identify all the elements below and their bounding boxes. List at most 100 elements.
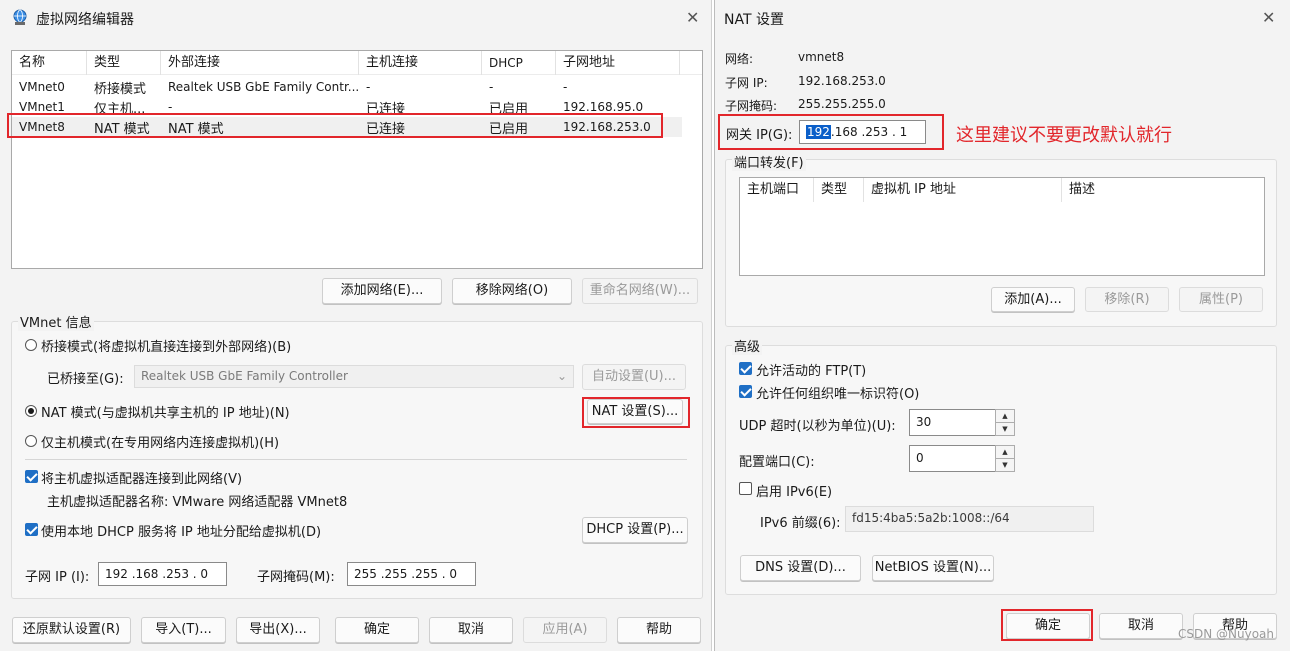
hostonly-radio-label[interactable]: 仅主机模式(在专用网络内连接虚拟机)(H) [41, 432, 279, 451]
subnet-mask-field[interactable]: 255 .255 .255 . 0 [347, 562, 476, 586]
cell: 192.168.95.0 [563, 100, 644, 114]
dhcp-settings-button[interactable]: DHCP 设置(P)... [582, 517, 688, 543]
help-button[interactable]: 帮助 [617, 617, 701, 643]
chevron-down-icon: ⌄ [556, 369, 567, 383]
gateway-highlight-box [718, 114, 944, 150]
close-icon[interactable]: ✕ [686, 8, 699, 27]
nat-settings-window: NAT 设置 ✕ 网络: vmnet8 子网 IP: 192.168.253.0… [714, 0, 1290, 651]
nat-cancel-button[interactable]: 取消 [1099, 613, 1183, 639]
col-host-port[interactable]: 主机端口 [740, 178, 814, 202]
col-host-connection[interactable]: 主机连接 [359, 50, 482, 75]
subnet-mask-label: 子网掩码(M): [257, 570, 335, 585]
divider [25, 459, 687, 460]
rename-network-button[interactable]: 重命名网络(W)... [582, 278, 698, 304]
nat-window-title: NAT 设置 [724, 12, 784, 28]
ipv6-prefix-label: IPv6 前缀(6): [760, 516, 841, 531]
port-forwarding-list[interactable]: 主机端口 类型 虚拟机 IP 地址 描述 [739, 177, 1265, 276]
cell: - [563, 80, 568, 94]
auto-settings-button[interactable]: 自动设置(U)... [582, 364, 686, 390]
allow-ftp-label[interactable]: 允许活动的 FTP(T) [756, 360, 866, 379]
subnet-ip-field[interactable]: 192 .168 .253 . 0 [98, 562, 227, 586]
export-button[interactable]: 导出(X)... [236, 617, 320, 643]
udp-timeout-label: UDP 超时(以秒为单位)(U): [739, 419, 896, 434]
config-port-spinner[interactable]: ▲ ▼ [995, 445, 1015, 472]
use-dhcp-checkbox[interactable] [25, 523, 38, 536]
spin-up-icon[interactable]: ▲ [996, 410, 1014, 423]
virtual-network-editor-window: 虚拟网络编辑器 ✕ 名称 类型 外部连接 主机连接 DHCP 子网地址 VMne… [0, 0, 712, 651]
netbios-settings-button[interactable]: NetBIOS 设置(N)... [872, 555, 994, 581]
allow-uuid-checkbox[interactable] [739, 385, 752, 398]
bridged-to-value: Realtek USB GbE Family Controller [141, 369, 348, 383]
connect-adapter-label[interactable]: 将主机虚拟适配器连接到此网络(V) [41, 468, 242, 487]
col-vm-ip[interactable]: 虚拟机 IP 地址 [864, 178, 1062, 202]
cell: Realtek USB GbE Family Contr... [168, 80, 359, 94]
ipv6-prefix-field[interactable]: fd15:4ba5:5a2b:1008::/64 [845, 506, 1094, 532]
cell: - [168, 100, 173, 114]
ok-button[interactable]: 确定 [335, 617, 419, 643]
network-list[interactable]: 名称 类型 外部连接 主机连接 DHCP 子网地址 VMnet0 桥接模式 Re… [11, 50, 703, 269]
bridged-to-select[interactable]: Realtek USB GbE Family Controller ⌄ [134, 365, 574, 388]
network-globe-icon [11, 9, 29, 27]
nat-radio[interactable] [25, 405, 37, 417]
pf-add-button[interactable]: 添加(A)... [991, 287, 1075, 312]
network-value: vmnet8 [798, 50, 845, 64]
close-icon[interactable]: ✕ [1262, 8, 1275, 27]
enable-ipv6-label[interactable]: 启用 IPv6(E) [756, 481, 832, 500]
col-description[interactable]: 描述 [1062, 178, 1182, 202]
spin-down-icon[interactable]: ▼ [996, 459, 1014, 472]
allow-ftp-checkbox[interactable] [739, 362, 752, 375]
nat-settings-highlight-box [582, 397, 690, 428]
bridged-to-label: 已桥接至(G): [47, 372, 124, 387]
bridged-radio[interactable] [25, 339, 37, 351]
col-type[interactable]: 类型 [814, 178, 864, 202]
cancel-button[interactable]: 取消 [429, 617, 513, 643]
col-subnet[interactable]: 子网地址 [556, 50, 680, 75]
col-dhcp[interactable]: DHCP [482, 50, 556, 75]
add-network-button[interactable]: 添加网络(E)... [322, 278, 442, 304]
advanced-title: 高级 [732, 336, 763, 355]
subnet-ip-label: 子网 IP (I): [25, 570, 90, 585]
dns-settings-button[interactable]: DNS 设置(D)... [740, 555, 861, 581]
nat-ok-highlight-box [1001, 609, 1093, 641]
spin-up-icon[interactable]: ▲ [996, 446, 1014, 459]
nat-subnet-ip-label: 子网 IP: [725, 76, 768, 90]
allow-uuid-label[interactable]: 允许任何组织唯一标识符(O) [756, 383, 919, 402]
adapter-name-text: 主机虚拟适配器名称: VMware 网络适配器 VMnet8 [47, 495, 348, 510]
config-port-label: 配置端口(C): [739, 455, 815, 470]
remove-network-button[interactable]: 移除网络(O) [452, 278, 572, 304]
apply-button[interactable]: 应用(A) [523, 617, 607, 643]
spin-down-icon[interactable]: ▼ [996, 423, 1014, 436]
bridged-radio-label[interactable]: 桥接模式(将虚拟机直接连接到外部网络)(B) [41, 336, 291, 355]
col-name[interactable]: 名称 [12, 50, 87, 75]
connect-adapter-checkbox[interactable] [25, 470, 38, 483]
udp-timeout-field[interactable]: 30 [909, 409, 996, 436]
hostonly-radio[interactable] [25, 435, 37, 447]
pf-remove-button[interactable]: 移除(R) [1085, 287, 1169, 312]
port-forwarding-title: 端口转发(F) [732, 152, 806, 171]
network-list-header: 名称 类型 外部连接 主机连接 DHCP 子网地址 [12, 50, 702, 75]
nat-subnet-ip-value: 192.168.253.0 [798, 74, 886, 88]
annotation-text: 这里建议不要更改默认就行 [956, 125, 1172, 146]
col-type[interactable]: 类型 [87, 50, 161, 75]
pf-properties-button[interactable]: 属性(P) [1179, 287, 1263, 312]
vmnet-info-title: VMnet 信息 [18, 312, 94, 331]
network-label: 网络: [725, 52, 754, 66]
use-dhcp-label[interactable]: 使用本地 DHCP 服务将 IP 地址分配给虚拟机(D) [41, 521, 321, 540]
vmnet-info-group [11, 321, 703, 599]
watermark-text: CSDN @Nuyoah [1178, 627, 1275, 641]
nat-subnet-mask-value: 255.255.255.0 [798, 97, 886, 111]
table-row[interactable]: VMnet0 桥接模式 Realtek USB GbE Family Contr… [12, 77, 702, 97]
nat-radio-label[interactable]: NAT 模式(与虚拟机共享主机的 IP 地址)(N) [41, 402, 290, 421]
col-external[interactable]: 外部连接 [161, 50, 359, 75]
cell: - [366, 80, 371, 94]
restore-defaults-button[interactable]: 还原默认设置(R) [12, 617, 131, 643]
port-forwarding-header: 主机端口 类型 虚拟机 IP 地址 描述 [740, 178, 1264, 202]
enable-ipv6-checkbox[interactable] [739, 482, 752, 495]
cell: VMnet1 [19, 100, 65, 114]
udp-timeout-spinner[interactable]: ▲ ▼ [995, 409, 1015, 436]
import-button[interactable]: 导入(T)... [141, 617, 226, 643]
nat-subnet-mask-label: 子网掩码: [725, 99, 778, 113]
window-title: 虚拟网络编辑器 [36, 12, 134, 28]
cell: VMnet0 [19, 80, 65, 94]
config-port-field[interactable]: 0 [909, 445, 996, 472]
